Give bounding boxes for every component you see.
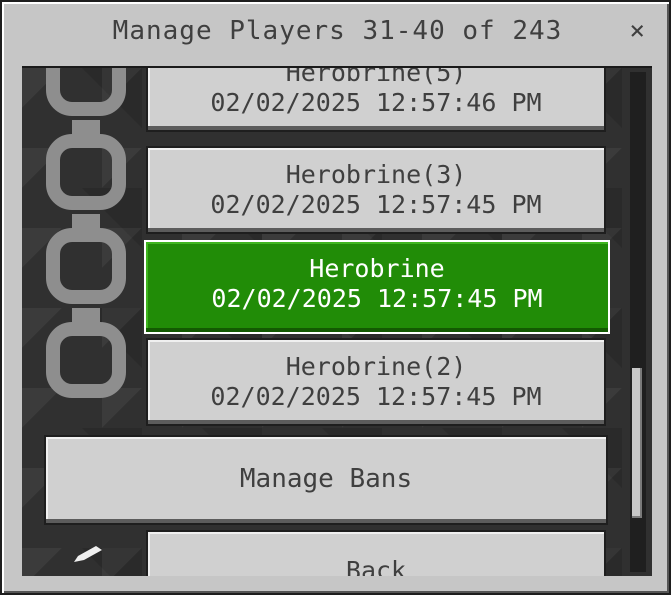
scrollbar-thumb[interactable] — [632, 368, 642, 518]
manage-bans-button[interactable]: Manage Bans — [44, 435, 608, 525]
player-timestamp: 02/02/2025 12:57:45 PM — [210, 190, 542, 219]
player-timestamp: 02/02/2025 12:57:46 PM — [210, 88, 542, 117]
chain-link-avatar-icon — [40, 308, 132, 404]
player-entry[interactable]: Herobrine(2) 02/02/2025 12:57:45 PM — [146, 338, 606, 426]
dialog-title: Manage Players 31-40 of 243 — [112, 16, 563, 46]
player-timestamp: 02/02/2025 12:57:45 PM — [211, 284, 543, 313]
player-entry[interactable]: Herobrine(5) 02/02/2025 12:57:46 PM — [146, 66, 606, 132]
next-list-button[interactable]: Back — [146, 530, 606, 576]
chain-link-avatar-icon — [40, 120, 132, 216]
player-entry-selected[interactable]: Herobrine 02/02/2025 12:57:45 PM — [144, 240, 610, 334]
close-icon[interactable]: × — [629, 18, 645, 44]
chain-link-avatar-icon — [40, 214, 132, 310]
player-timestamp: 02/02/2025 12:57:45 PM — [210, 382, 542, 411]
pencil-icon[interactable] — [72, 546, 104, 564]
player-name: Herobrine(5) — [285, 66, 467, 87]
scrollbar[interactable] — [630, 72, 646, 572]
chain-link-avatar-icon — [40, 68, 132, 122]
player-name: Herobrine(3) — [285, 160, 467, 189]
player-name: Herobrine — [309, 254, 445, 283]
player-list-panel[interactable]: Herobrine(5) 02/02/2025 12:57:46 PM Hero… — [22, 66, 652, 576]
manage-players-dialog: Manage Players 31-40 of 243 × Herobrine(… — [0, 0, 671, 595]
player-entry[interactable]: Herobrine(3) 02/02/2025 12:57:45 PM — [146, 146, 606, 234]
player-name: Herobrine(2) — [285, 352, 467, 381]
